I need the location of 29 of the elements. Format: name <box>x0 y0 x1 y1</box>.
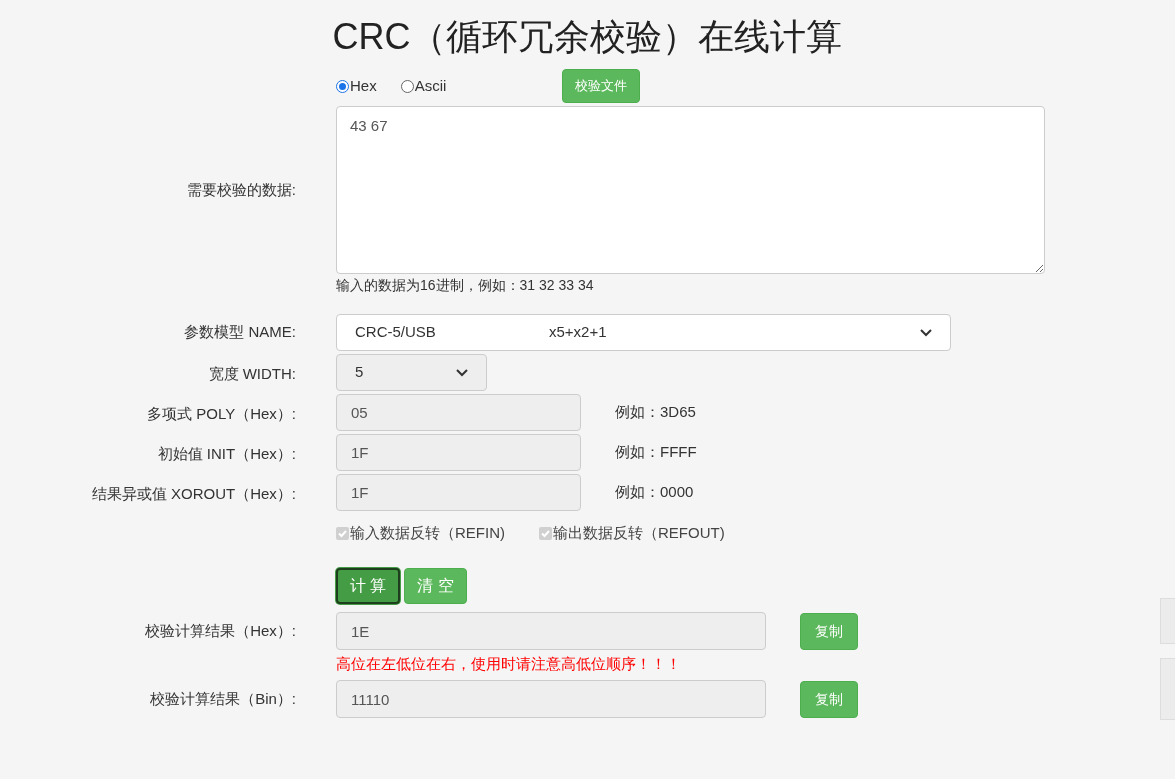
model-select[interactable]: CRC-5/USB x5+x2+1 <box>336 314 951 351</box>
field-label: 需要校验的数据: <box>186 180 296 198</box>
result-output[interactable]: 1E <box>336 612 766 650</box>
chevron-down-icon <box>456 368 468 377</box>
example-text: 例如：3D65 <box>615 402 696 423</box>
chevron-down-icon <box>920 328 932 337</box>
field-label: 宽度 WIDTH: <box>208 364 296 382</box>
field-label: 结果异或值 XOROUT（Hex）: <box>91 484 296 502</box>
example-text: 例如：0000 <box>615 482 694 503</box>
field-label: 校验计算结果（Hex）: <box>145 621 296 639</box>
result-output[interactable]: 11110 <box>336 680 766 718</box>
page-title: CRC（循环冗余校验）在线计算 <box>331 15 844 59</box>
data-input[interactable]: 43 67 <box>336 106 1045 274</box>
action-button[interactable]: 计 算 <box>336 568 401 604</box>
warning-text: 高位在左低位在右，使用时请注意高低位顺序！！！ <box>336 654 682 674</box>
field-label: 校验计算结果（Bin）: <box>150 689 296 707</box>
input-hint: 输入的数据为16进制，例如：31 32 33 34 <box>336 276 595 295</box>
field-label: 参数模型 NAME: <box>184 323 296 341</box>
side-panel[interactable] <box>1160 658 1175 720</box>
param-input[interactable]: 1F <box>336 474 581 511</box>
example-text: 例如：FFFF <box>615 442 697 463</box>
radio-option[interactable]: Hex <box>336 74 377 98</box>
param-input[interactable]: 1F <box>336 434 581 471</box>
width-select[interactable]: 5 <box>336 354 487 391</box>
field-label: 初始值 INIT（Hex）: <box>157 444 296 462</box>
side-panel[interactable] <box>1160 598 1175 644</box>
radio-option[interactable]: Ascii <box>400 74 447 98</box>
param-input[interactable]: 05 <box>336 394 581 431</box>
field-label: 多项式 POLY（Hex）: <box>147 404 296 422</box>
